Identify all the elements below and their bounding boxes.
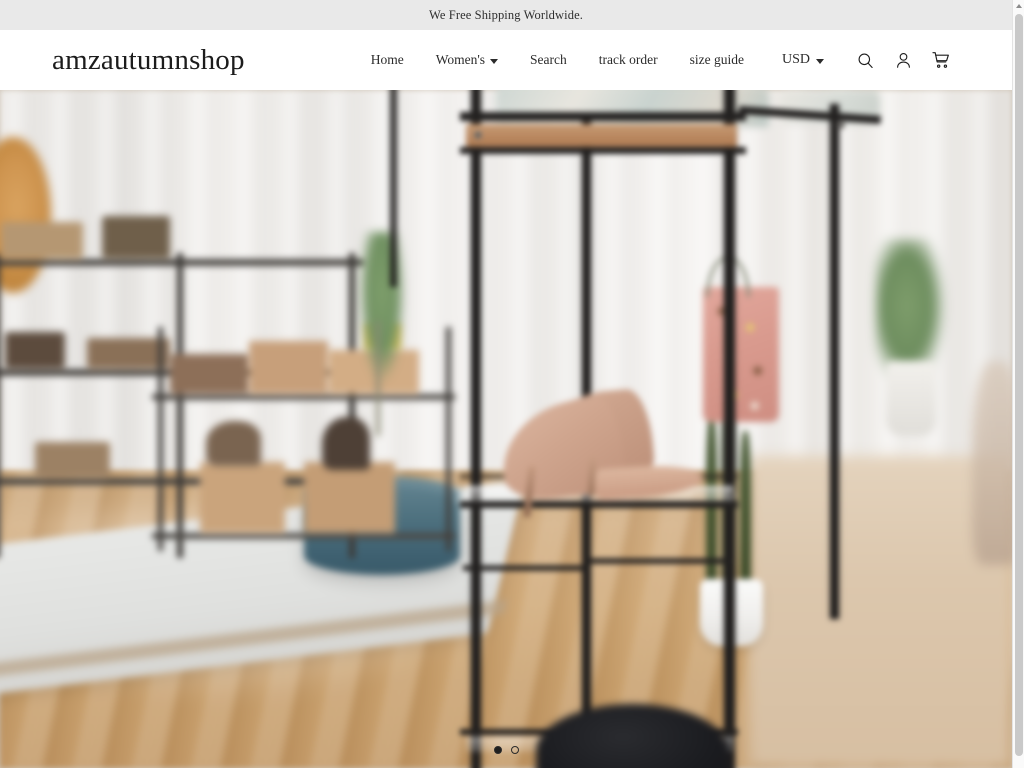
chevron-down-icon: [490, 58, 499, 64]
scroll-up-arrow-icon[interactable]: [1013, 0, 1024, 12]
nav-label-track-order: track order: [598, 52, 658, 68]
vertical-scrollbar[interactable]: [1012, 0, 1024, 768]
slideshow-dot-1[interactable]: [493, 746, 502, 754]
nav-item-womens[interactable]: Women's: [420, 53, 514, 67]
nav-item-search[interactable]: Search: [514, 53, 583, 67]
slideshow-dot-2[interactable]: [510, 746, 519, 754]
scrollbar-thumb[interactable]: [1015, 14, 1023, 756]
search-icon[interactable]: [846, 41, 884, 79]
nav-item-track-order[interactable]: track order: [583, 53, 674, 67]
currency-selector[interactable]: USD: [760, 53, 838, 67]
nav-item-size-guide[interactable]: size guide: [674, 53, 760, 67]
nav-label-search: Search: [530, 52, 567, 68]
account-icon[interactable]: [884, 41, 922, 79]
header-right-group: Home Women's Search track order size gui…: [355, 41, 960, 79]
nav-label-womens: Women's: [435, 52, 486, 68]
hero-image: [0, 90, 1012, 768]
chevron-down-icon: [816, 58, 824, 64]
nav-item-home[interactable]: Home: [355, 53, 420, 67]
currency-selected-value: USD: [781, 52, 810, 67]
cart-icon[interactable]: [922, 41, 960, 79]
announcement-text: We Free Shipping Worldwide.: [429, 7, 583, 22]
header-icon-group: [838, 41, 960, 79]
page-viewport: We Free Shipping Worldwide. amzautumnsho…: [0, 0, 1012, 768]
main-navigation: Home Women's Search track order size gui…: [355, 53, 760, 67]
site-header: amzautumnshop Home Women's Search track: [0, 30, 1012, 90]
browser-page: We Free Shipping Worldwide. amzautumnsho…: [0, 0, 1024, 768]
slideshow-pagination: [0, 746, 1012, 754]
announcement-bar: We Free Shipping Worldwide.: [0, 0, 1012, 30]
site-logo[interactable]: amzautumnshop: [52, 45, 245, 75]
hero-slideshow[interactable]: [0, 90, 1012, 768]
nav-label-home: Home: [370, 52, 404, 68]
nav-label-size-guide: size guide: [689, 52, 744, 68]
